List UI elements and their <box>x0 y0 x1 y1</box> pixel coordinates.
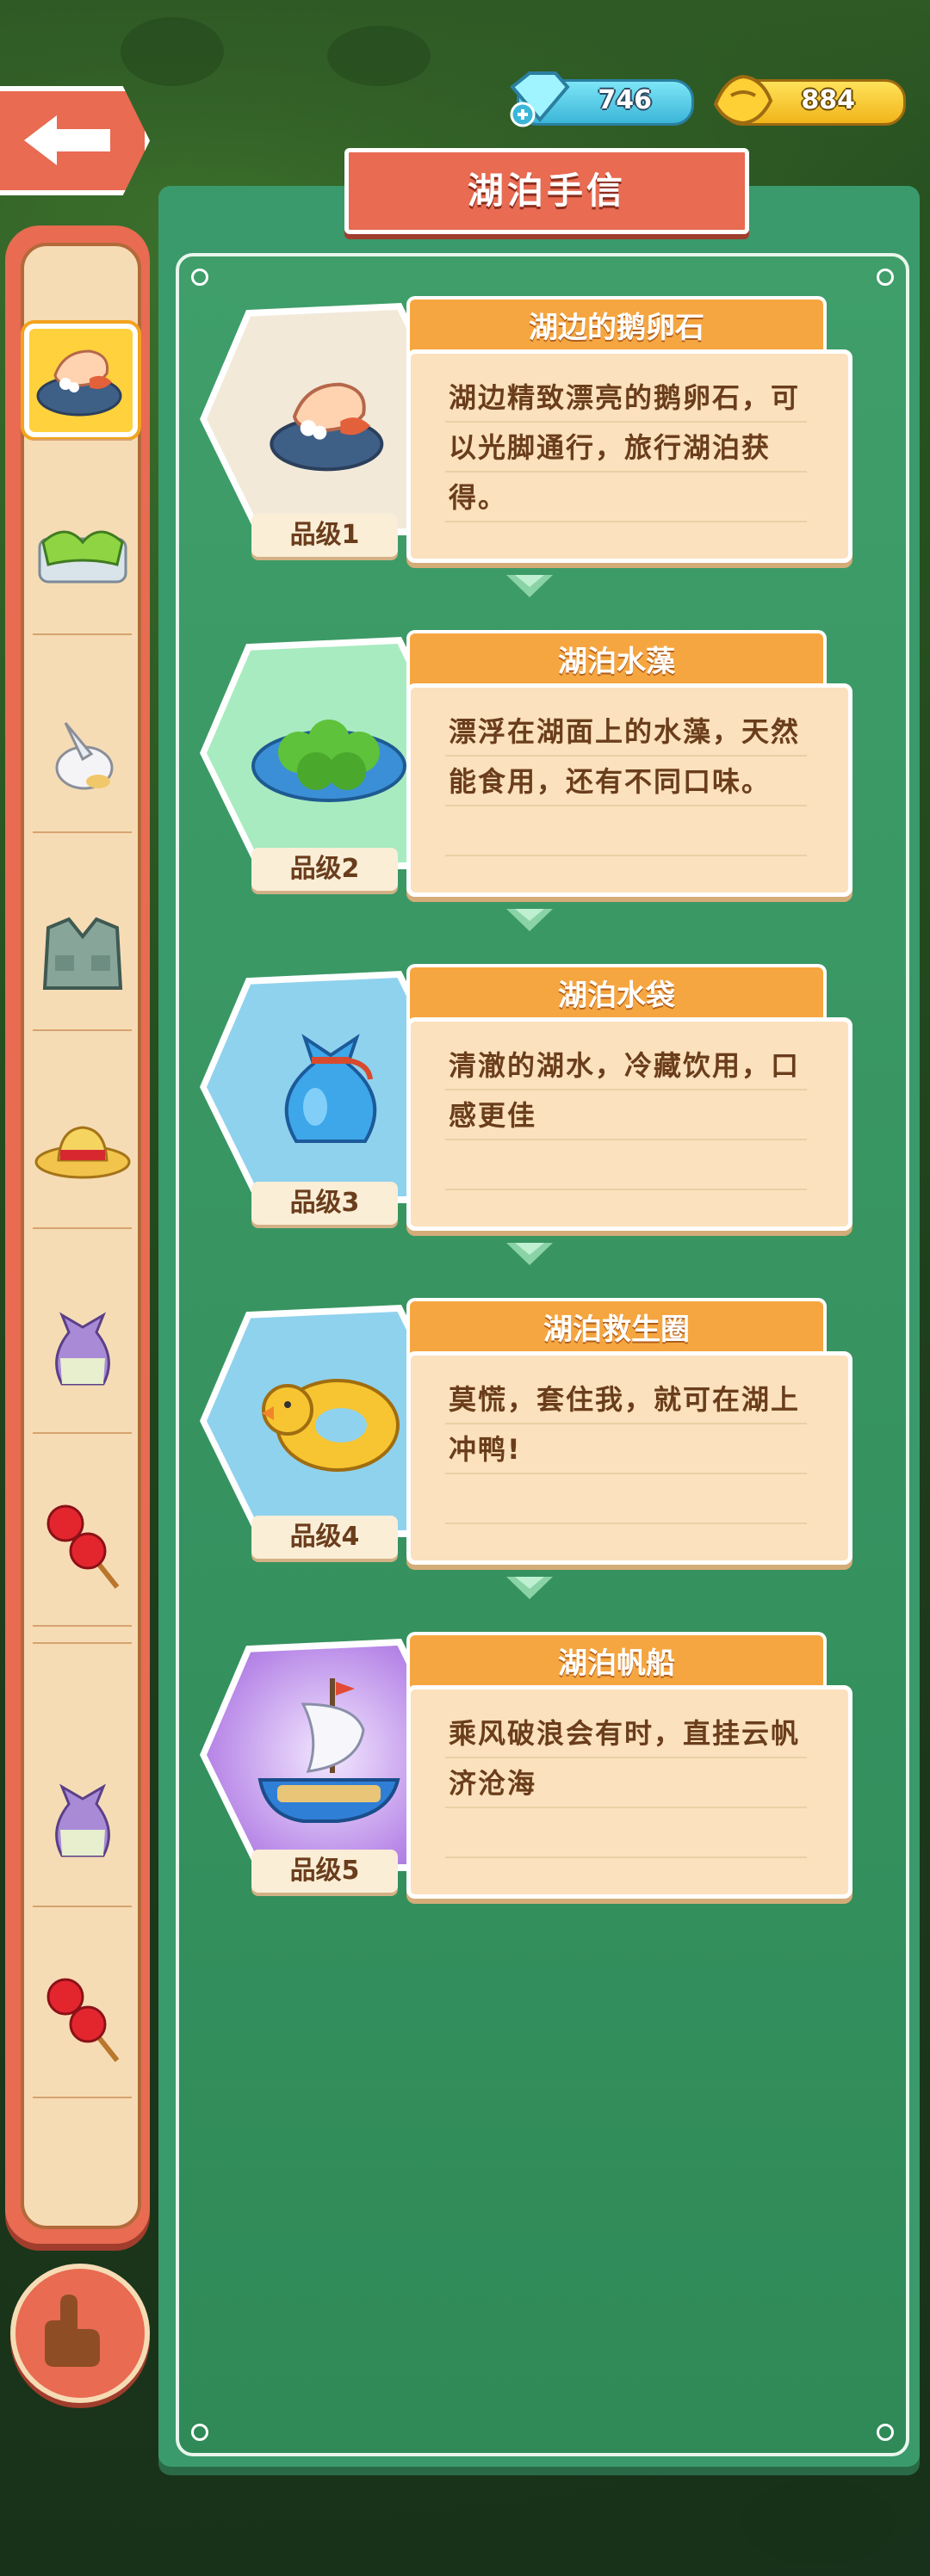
sidebar-item-pouch[interactable] <box>31 1298 134 1401</box>
pouch-icon <box>55 1312 110 1386</box>
chevron-down-icon <box>506 1577 553 1599</box>
corner-dot <box>877 269 894 286</box>
gold-counter[interactable]: 884 <box>713 74 906 126</box>
divider <box>33 1227 132 1229</box>
page-title: 湖泊手信 <box>344 148 749 234</box>
sidebar-item-straw-hat[interactable] <box>31 1098 134 1202</box>
divider <box>33 831 132 833</box>
gold-icon <box>713 74 773 126</box>
bg-tree <box>327 26 431 86</box>
item-card[interactable]: 品级5 湖泊帆船 乘风破浪会有时，直挂云帆济沧海 <box>200 1632 871 1923</box>
item-name: 湖泊帆船 <box>406 1632 827 1692</box>
corner-dot <box>191 2424 208 2441</box>
item-card[interactable]: 品级3 湖泊水袋 清澈的湖水，冷藏饮用，口感更佳 <box>200 964 871 1255</box>
item-description: 湖边精致漂亮的鹅卵石，可以光脚通行，旅行湖泊获得。 <box>449 381 801 514</box>
gem-icon <box>510 71 570 127</box>
hand-pointer-icon <box>45 2295 100 2367</box>
item-description-box: 清澈的湖水，冷藏饮用，口感更佳 <box>406 1017 852 1231</box>
item-description: 乘风破浪会有时，直挂云帆济沧海 <box>449 1717 801 1800</box>
item-card[interactable]: 品级2 湖泊水藻 漂浮在湖面上的水藻，天然能食用，还有不同口味。 <box>200 630 871 921</box>
item-description: 莫慌，套住我，就可在湖上冲鸭! <box>449 1383 801 1466</box>
bg-tree <box>121 17 224 86</box>
candied-haws-icon <box>46 1978 120 2062</box>
chevron-down-icon <box>506 575 553 597</box>
category-sidebar[interactable] <box>5 225 150 2244</box>
divider <box>33 1906 132 1907</box>
desc-line <box>445 1856 807 1858</box>
seaweed-icon <box>38 530 127 584</box>
item-description-box: 漂浮在湖面上的水藻，天然能食用，还有不同口味。 <box>406 683 852 897</box>
item-description-box: 莫慌，套住我，就可在湖上冲鸭! <box>406 1351 852 1565</box>
item-description-box: 乘风破浪会有时，直挂云帆济沧海 <box>406 1685 852 1899</box>
divider <box>33 1642 132 1644</box>
gold-count: 884 <box>801 85 855 115</box>
desc-line <box>445 1523 807 1524</box>
duck-ring-icon <box>262 1379 400 1472</box>
item-name: 湖泊水袋 <box>406 964 827 1024</box>
item-name: 湖泊救生圈 <box>406 1298 827 1358</box>
divider <box>33 1432 132 1434</box>
grade-label: 品级4 <box>251 1516 398 1559</box>
chevron-down-icon <box>506 909 553 931</box>
desc-line <box>445 855 807 856</box>
divider <box>33 1625 132 1627</box>
desc-line <box>445 1189 807 1190</box>
gem-counter[interactable]: 746 <box>510 71 694 127</box>
bg-tree <box>741 2479 896 2565</box>
pouch-icon <box>55 1783 110 1857</box>
divider <box>33 633 132 635</box>
sidebar-item-pouch-2[interactable] <box>31 1770 134 1873</box>
grade-label: 品级3 <box>251 1182 398 1225</box>
sidebar-item-seaweed[interactable] <box>31 504 134 608</box>
sidebar-item-candied-haws-2[interactable] <box>31 1968 134 2071</box>
vest-icon <box>42 917 123 990</box>
item-name: 湖边的鹅卵石 <box>406 296 827 356</box>
item-card[interactable]: 品级1 湖边的鹅卵石 湖边精致漂亮的鹅卵石，可以光脚通行，旅行湖泊获得。 <box>200 296 871 587</box>
chevron-down-icon <box>506 1243 553 1265</box>
sidebar-item-pebble[interactable] <box>24 324 138 437</box>
grade-label: 品级1 <box>251 514 398 557</box>
water-bag-icon <box>55 722 114 790</box>
pebble-icon <box>270 382 384 472</box>
water-bag-icon <box>284 1034 377 1143</box>
candied-haws-icon <box>46 1504 120 1589</box>
sidebar-item-candied-haws[interactable] <box>31 1494 134 1597</box>
sidebar-list[interactable] <box>21 243 141 2229</box>
item-description: 清澈的湖水，冷藏饮用，口感更佳 <box>449 1049 801 1132</box>
divider <box>33 2097 132 2098</box>
grade-label: 品级2 <box>251 848 398 891</box>
straw-hat-icon <box>34 1126 131 1179</box>
divider <box>33 1029 132 1031</box>
divider <box>33 439 132 441</box>
item-name: 湖泊水藻 <box>406 630 827 690</box>
seaweed-icon <box>251 720 406 802</box>
pointer-button[interactable] <box>10 2264 150 2403</box>
back-button[interactable] <box>0 86 150 195</box>
gem-count: 746 <box>598 85 652 115</box>
sidebar-item-water-bag[interactable] <box>31 702 134 806</box>
item-description: 漂浮在湖面上的水藻，天然能食用，还有不同口味。 <box>449 715 801 798</box>
pebble-icon <box>36 349 122 417</box>
corner-dot <box>877 2424 894 2441</box>
item-description-box: 湖边精致漂亮的鹅卵石，可以光脚通行，旅行湖泊获得。 <box>406 349 852 563</box>
back-arrow-icon <box>24 115 110 165</box>
sailboat-icon <box>257 1678 400 1823</box>
grade-label: 品级5 <box>251 1850 398 1893</box>
sidebar-item-vest[interactable] <box>31 902 134 1005</box>
item-card[interactable]: 品级4 湖泊救生圈 莫慌，套住我，就可在湖上冲鸭! <box>200 1298 871 1589</box>
corner-dot <box>191 269 208 286</box>
